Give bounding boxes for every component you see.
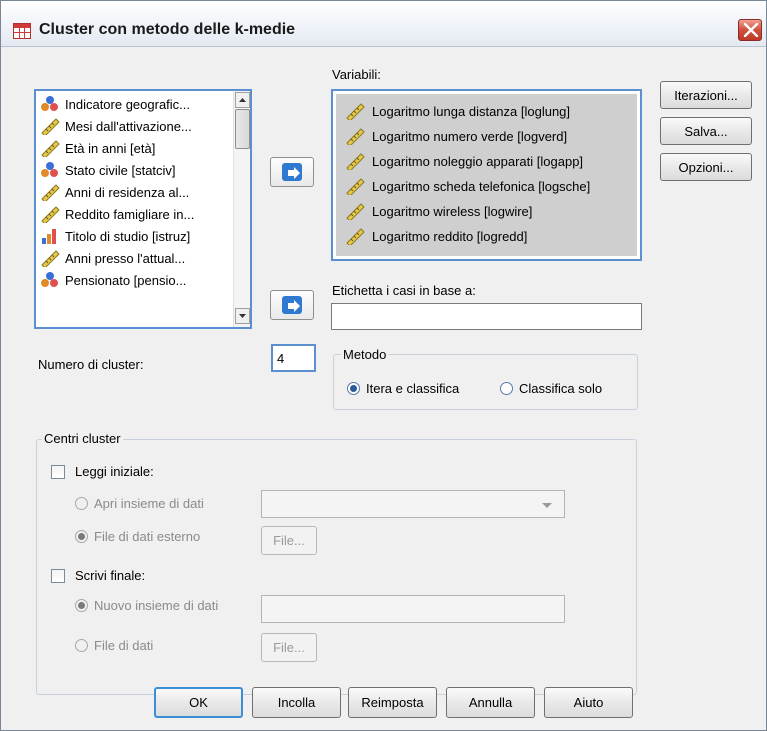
list-item-label: Logaritmo noleggio apparati [logapp] [372,153,584,169]
list-item-label: Logaritmo wireless [logwire] [372,203,533,219]
list-item[interactable]: Logaritmo numero verde [logverd] [344,125,634,147]
variables-list[interactable]: Logaritmo lunga distanza [loglung] Logar… [331,89,642,261]
arrow-right-icon [288,300,300,312]
scale-icon [41,140,60,157]
list-item[interactable]: Anni di residenza al... [39,181,234,203]
data-file-radio[interactable] [75,639,88,652]
list-item-label: Logaritmo numero verde [logverd] [372,128,568,144]
dataset-dropdown[interactable] [261,490,565,518]
list-item-label: Anni presso l'attual... [65,250,186,266]
iterate-classify-radio[interactable] [347,382,360,395]
ordinal-icon [42,229,56,244]
list-item[interactable]: Indicatore geografic... [39,93,234,115]
scale-icon [346,178,365,195]
list-item[interactable]: Logaritmo wireless [logwire] [344,200,634,222]
title-bar: Cluster con metodo delle k-medie [1,1,766,47]
num-clusters-label: Numero di cluster: [38,357,144,372]
save-button[interactable]: Salva... [660,117,752,145]
open-dataset-radio[interactable] [75,497,88,510]
num-clusters-field[interactable] [271,344,316,372]
list-item-label: Età in anni [età] [65,140,156,156]
write-file-button[interactable]: File... [261,633,317,662]
list-item[interactable]: Stato civile [statciv] [39,159,234,181]
list-item-label: Anni di residenza al... [65,184,190,200]
list-item-label: Pensionato [pensio... [65,272,187,288]
scroll-up-button[interactable] [235,92,250,108]
scale-icon [41,250,60,267]
write-final-label[interactable]: Scrivi finale: [75,568,145,583]
scrollbar-thumb[interactable] [235,109,250,149]
list-item[interactable]: Logaritmo noleggio apparati [logapp] [344,150,634,172]
paste-button[interactable]: Incolla [252,687,341,718]
nominal-icon [41,162,58,177]
list-item-label: Logaritmo lunga distanza [loglung] [372,103,571,119]
external-file-label: File di dati esterno [94,529,201,544]
list-item-label: Stato civile [statciv] [65,162,176,178]
scroll-down-button[interactable] [235,308,250,324]
move-to-variables-button[interactable] [270,157,314,187]
read-file-button[interactable]: File... [261,526,317,555]
label-cases-label: Etichetta i casi in base a: [332,283,476,298]
scale-icon [41,118,60,135]
scale-icon [41,206,60,223]
scale-icon [346,228,365,245]
classify-only-radio[interactable] [500,382,513,395]
new-dataset-label: Nuovo insieme di dati [94,598,219,613]
scale-icon [346,128,365,145]
open-dataset-label: Apri insieme di dati [94,496,204,511]
list-item-label: Logaritmo scheda telefonica [logsche] [372,178,591,194]
data-file-label: File di dati [94,638,154,653]
cluster-centers-legend: Centri cluster [42,431,123,446]
list-item[interactable]: Logaritmo lunga distanza [loglung] [344,100,634,122]
help-button[interactable]: Aiuto [544,687,633,718]
list-item-label: Titolo di studio [istruz] [65,228,191,244]
list-item[interactable]: Titolo di studio [istruz] [39,225,234,247]
list-item[interactable]: Reddito famigliare in... [39,203,234,225]
write-final-checkbox[interactable] [51,569,65,583]
close-icon [743,23,759,37]
list-item[interactable]: Età in anni [età] [39,137,234,159]
close-button[interactable] [738,19,762,41]
options-button[interactable]: Opzioni... [660,153,752,181]
dialog-window: Cluster con metodo delle k-medie Indicat… [0,0,767,731]
vertical-scrollbar[interactable] [233,91,250,327]
nominal-icon [41,96,58,111]
iterate-classify-label[interactable]: Itera e classifica [366,381,459,396]
move-to-label-cases-button[interactable] [270,290,314,320]
list-item[interactable]: Mesi dall'attivazione... [39,115,234,137]
method-group-legend: Metodo [341,347,389,362]
app-icon [13,23,31,39]
source-variable-list[interactable]: Indicatore geografic... Mesi dall'attiva… [34,89,252,329]
scale-icon [346,103,365,120]
new-dataset-radio[interactable] [75,599,88,612]
read-initial-checkbox[interactable] [51,465,65,479]
list-item[interactable]: Pensionato [pensio... [39,269,234,291]
list-item-label: Mesi dall'attivazione... [65,118,192,134]
list-item-label: Logaritmo reddito [logredd] [372,228,528,244]
scale-icon [346,203,365,220]
dialog-title: Cluster con metodo delle k-medie [39,21,296,38]
classify-only-label[interactable]: Classifica solo [519,381,602,396]
scale-icon [41,184,60,201]
nominal-icon [41,272,58,287]
list-item[interactable]: Logaritmo scheda telefonica [logsche] [344,175,634,197]
label-cases-field[interactable] [331,303,642,330]
external-file-radio[interactable] [75,530,88,543]
scale-icon [346,153,365,170]
list-item[interactable]: Logaritmo reddito [logredd] [344,225,634,247]
ok-button[interactable]: OK [154,687,243,718]
reset-button[interactable]: Reimposta [348,687,437,718]
arrow-right-icon [288,167,300,179]
iterations-button[interactable]: Iterazioni... [660,81,752,109]
chevron-down-icon [542,503,552,508]
chevron-down-icon [239,314,246,318]
cancel-button[interactable]: Annulla [446,687,535,718]
list-item-label: Reddito famigliare in... [65,206,195,222]
variables-label: Variabili: [332,67,381,82]
read-initial-label[interactable]: Leggi iniziale: [75,464,154,479]
chevron-up-icon [239,98,246,102]
new-dataset-field[interactable] [261,595,565,623]
list-item[interactable]: Anni presso l'attual... [39,247,234,269]
list-item-label: Indicatore geografic... [65,96,191,112]
